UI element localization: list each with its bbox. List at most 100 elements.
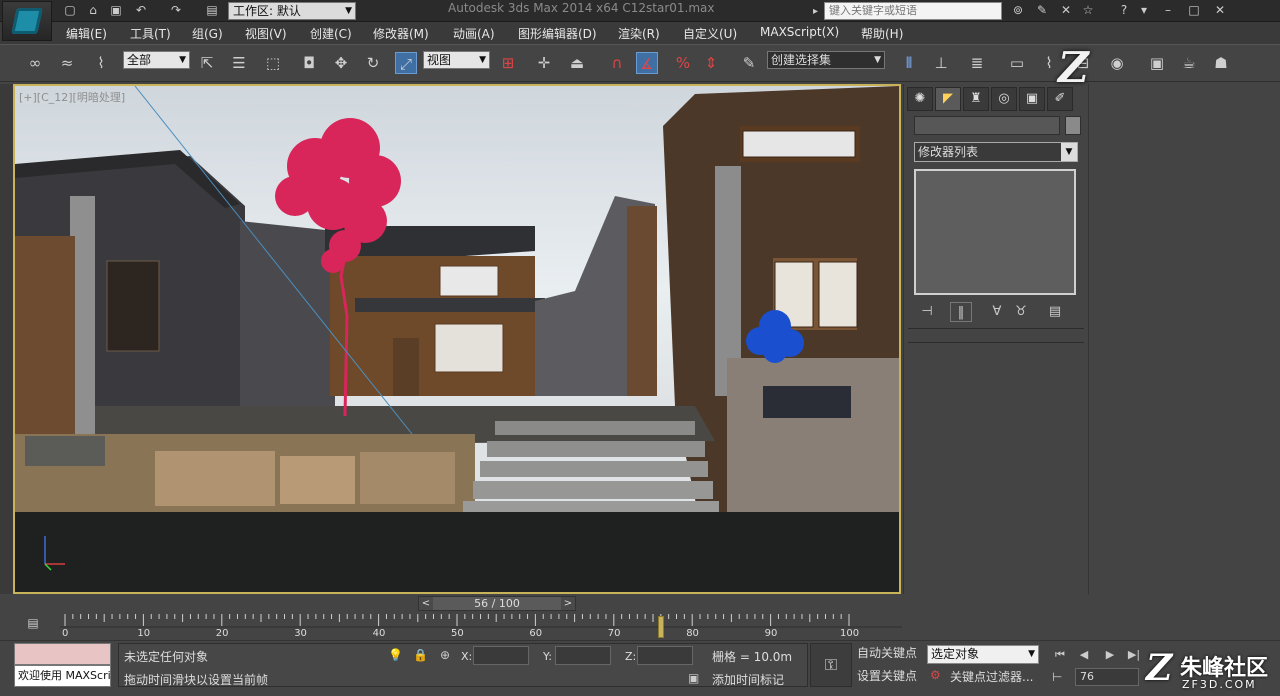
- menu-create[interactable]: 创建(C): [310, 25, 352, 42]
- search-input[interactable]: ▸ 键入关键字或短语: [813, 2, 1002, 20]
- set-key-mode-button[interactable]: 设置关键点: [857, 667, 917, 684]
- workspace-dropdown[interactable]: 工作区: 默认 ▼: [228, 2, 356, 20]
- selection-filter-dropdown[interactable]: 全部 ▼: [123, 51, 190, 69]
- menu-rendering[interactable]: 渲染(R): [618, 25, 660, 42]
- z-coord-field[interactable]: [637, 646, 693, 665]
- pivot-center-icon[interactable]: ⊞: [497, 52, 519, 74]
- close-icon[interactable]: ✕: [1212, 3, 1228, 18]
- time-slider[interactable]: < 56 / 100 >: [418, 596, 576, 611]
- next-key-icon[interactable]: ▶|: [1125, 646, 1143, 664]
- select-and-manipulate-icon[interactable]: ✛: [533, 52, 555, 74]
- menu-group[interactable]: 组(G): [192, 25, 223, 42]
- object-color-swatch[interactable]: [1065, 116, 1081, 135]
- help-dropdown-icon[interactable]: ▾: [1136, 3, 1152, 18]
- layer-manager-icon[interactable]: ≣: [966, 52, 988, 74]
- unlink-selection-icon[interactable]: ≈: [56, 52, 78, 74]
- reference-coordinate-dropdown[interactable]: 视图 ▼: [423, 51, 490, 69]
- angle-snap-icon[interactable]: ∡: [636, 52, 658, 74]
- menu-tools[interactable]: 工具(T): [130, 25, 171, 42]
- new-file-icon[interactable]: ▢: [62, 3, 78, 18]
- key-mode-toggle-icon[interactable]: ⊢: [1052, 670, 1062, 684]
- mirror-icon[interactable]: ⫴: [898, 52, 920, 74]
- play-icon[interactable]: ▶: [1101, 646, 1119, 664]
- binoculars-icon[interactable]: ⊚: [1010, 3, 1026, 18]
- modify-tab-icon[interactable]: ◤: [935, 87, 961, 111]
- mini-curve-editor-icon[interactable]: ▤: [22, 616, 44, 636]
- menu-modifiers[interactable]: 修改器(M): [373, 25, 429, 42]
- select-and-link-icon[interactable]: ∞: [24, 52, 46, 74]
- align-icon[interactable]: ⊥: [930, 52, 952, 74]
- modifier-stack[interactable]: [914, 169, 1076, 295]
- save-file-icon[interactable]: ▣: [108, 3, 124, 18]
- display-tab-icon[interactable]: ▣: [1019, 87, 1045, 111]
- select-and-rotate-icon[interactable]: ↻: [362, 52, 384, 74]
- y-coord-field[interactable]: [555, 646, 611, 665]
- next-frame-icon[interactable]: >: [561, 597, 575, 610]
- rendered-frame-window-icon[interactable]: ☕: [1178, 52, 1200, 74]
- previous-key-icon[interactable]: ◀: [1075, 646, 1093, 664]
- perspective-viewport[interactable]: [+][C_12][明暗处理]: [13, 84, 901, 594]
- bind-to-space-warp-icon[interactable]: ⌇: [90, 52, 112, 74]
- graphite-ribbon-icon[interactable]: ▭: [1006, 52, 1028, 74]
- previous-frame-icon[interactable]: <: [419, 597, 433, 610]
- key-filters-button[interactable]: 关键点过滤器...: [950, 668, 1033, 685]
- menu-maxscript[interactable]: MAXScript(X): [760, 25, 839, 39]
- go-to-start-icon[interactable]: ⏮: [1051, 646, 1069, 664]
- select-object-icon[interactable]: ⇱: [196, 52, 218, 74]
- snaps-toggle-icon[interactable]: ∩: [606, 52, 628, 74]
- select-and-move-icon[interactable]: ✥: [330, 52, 352, 74]
- auto-key-button[interactable]: 自动关键点: [857, 644, 917, 661]
- window-crossing-icon[interactable]: ◘: [298, 52, 320, 74]
- remove-modifier-icon[interactable]: ♉: [1010, 302, 1032, 322]
- percent-snap-icon[interactable]: %: [672, 52, 694, 74]
- spinner-snap-icon[interactable]: ⇕: [700, 52, 722, 74]
- absolute-mode-icon[interactable]: ⊕: [440, 648, 450, 662]
- object-name-field[interactable]: [914, 116, 1060, 135]
- menu-edit[interactable]: 编辑(E): [66, 25, 107, 42]
- add-time-tag[interactable]: 添加时间标记: [712, 671, 784, 688]
- motion-tab-icon[interactable]: ◎: [991, 87, 1017, 111]
- subscription-icon[interactable]: ✎: [1034, 3, 1050, 18]
- help-icon[interactable]: ?: [1116, 3, 1132, 18]
- menu-views[interactable]: 视图(V): [245, 25, 287, 42]
- render-setup-icon[interactable]: ▣: [1146, 52, 1168, 74]
- project-folder-icon[interactable]: ▤: [204, 3, 220, 18]
- isolate-selection-icon[interactable]: 💡: [388, 648, 403, 662]
- open-file-icon[interactable]: ⌂: [85, 3, 101, 18]
- viewport-label[interactable]: [+][C_12][明暗处理]: [19, 89, 125, 105]
- redo-icon[interactable]: ↷: [168, 3, 184, 18]
- select-and-scale-icon[interactable]: ⤢: [395, 52, 417, 74]
- make-unique-icon[interactable]: ∀: [986, 302, 1008, 322]
- hierarchy-tab-icon[interactable]: ♜: [963, 87, 989, 111]
- pin-stack-icon[interactable]: ⊣: [916, 302, 938, 322]
- curve-editor-icon[interactable]: ⌇: [1038, 52, 1060, 74]
- keyboard-shortcut-override-icon[interactable]: ⏏: [566, 52, 588, 74]
- select-by-name-icon[interactable]: ☰: [228, 52, 250, 74]
- undo-icon[interactable]: ↶: [133, 3, 149, 18]
- modifier-list-dropdown[interactable]: 修改器列表 ▼: [914, 142, 1078, 162]
- x-coord-field[interactable]: [473, 646, 529, 665]
- edit-named-selection-icon[interactable]: ✎: [738, 52, 760, 74]
- show-end-result-icon[interactable]: ‖: [950, 302, 972, 322]
- current-frame-field[interactable]: 76: [1075, 668, 1139, 686]
- time-tag-icon[interactable]: ▣: [688, 671, 699, 685]
- minimize-icon[interactable]: –: [1160, 3, 1176, 18]
- keyframe-marker[interactable]: [658, 616, 664, 638]
- menu-help[interactable]: 帮助(H): [861, 25, 903, 42]
- maxscript-listener-output[interactable]: [14, 643, 111, 665]
- create-tab-icon[interactable]: ✺: [907, 87, 933, 111]
- named-selection-set-dropdown[interactable]: 创建选择集 ▼: [767, 51, 885, 69]
- rectangular-selection-icon[interactable]: ⬚: [262, 52, 284, 74]
- key-selection-dropdown[interactable]: 选定对象 ▼: [927, 645, 1039, 664]
- lock-selection-icon[interactable]: 🔒: [413, 648, 428, 662]
- communication-center-icon[interactable]: ✕: [1058, 3, 1074, 18]
- menu-animation[interactable]: 动画(A): [453, 25, 495, 42]
- set-key-button[interactable]: ⚿: [810, 643, 852, 687]
- menu-customize[interactable]: 自定义(U): [683, 25, 737, 42]
- maximize-icon[interactable]: □: [1186, 3, 1202, 18]
- favorites-star-icon[interactable]: ☆: [1080, 3, 1096, 18]
- application-button[interactable]: [2, 1, 52, 41]
- configure-modifier-sets-icon[interactable]: ▤: [1044, 302, 1066, 322]
- render-production-icon[interactable]: ☗: [1210, 52, 1232, 74]
- maxscript-mini-listener[interactable]: 欢迎使用 MAXScri: [14, 665, 111, 687]
